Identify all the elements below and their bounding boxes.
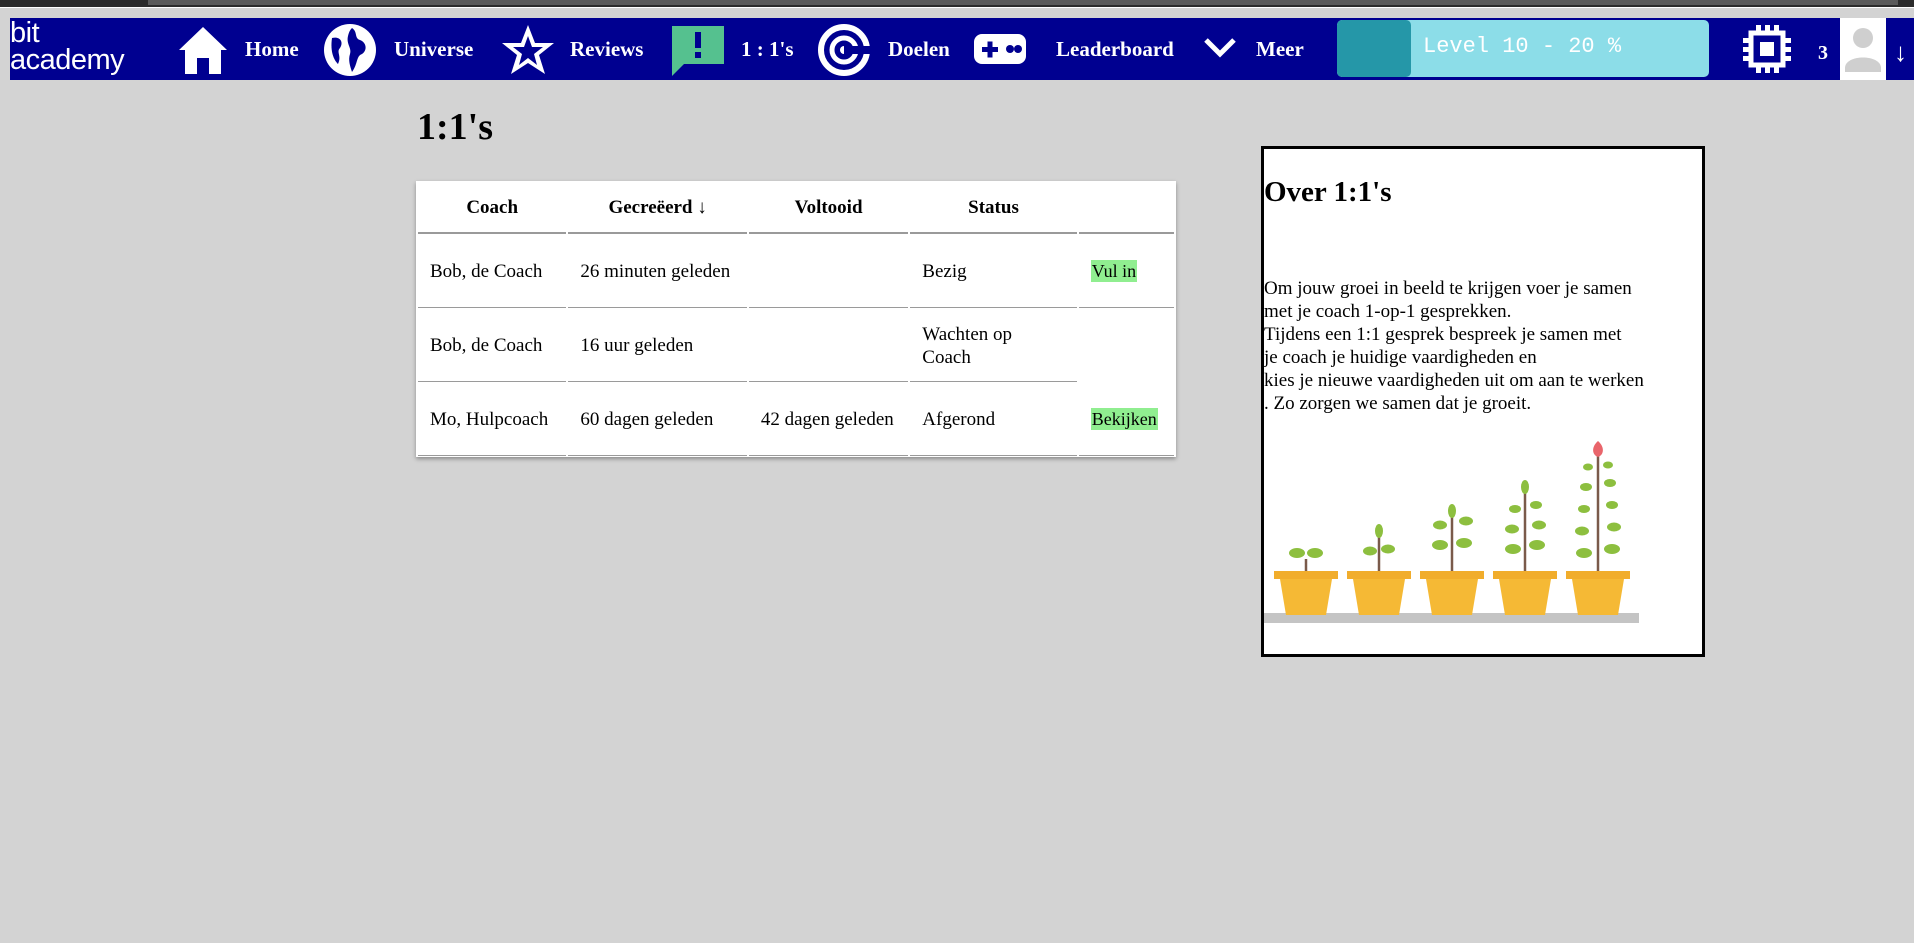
navbar: bit academy Home Universe Reviews 1 : 1'… xyxy=(10,18,1914,80)
chat-alert-icon xyxy=(672,26,724,76)
cell-created: 60 dagen geleden xyxy=(568,384,747,456)
nav-meer[interactable]: Meer xyxy=(1200,18,1330,80)
about-text: Om jouw groei in beeld te krijgen voer j… xyxy=(1264,277,1684,415)
nav-home-label: Home xyxy=(245,37,299,61)
cell-action: Vul in xyxy=(1078,236,1174,308)
table-row: Bob, de Coach 16 uur geleden Wachten op … xyxy=(418,310,1174,382)
one-on-one-table: Coach Gecreëerd ↓ Voltooid Status Bob, d… xyxy=(416,181,1176,458)
cell-coach: Bob, de Coach xyxy=(418,310,567,382)
cell-completed xyxy=(748,236,909,308)
chip-icon[interactable] xyxy=(1742,24,1792,74)
column-header-created[interactable]: Gecreëerd ↓ xyxy=(568,183,747,234)
browser-scroll-strip xyxy=(148,0,1898,5)
column-header-action xyxy=(1078,183,1174,234)
logo[interactable]: bit academy xyxy=(10,18,160,80)
avatar[interactable] xyxy=(1840,18,1886,80)
about-line: . Zo zorgen we samen dat je groeit. xyxy=(1264,393,1532,414)
level-progress-fill xyxy=(1337,20,1412,77)
table-header-row: Coach Gecreëerd ↓ Voltooid Status xyxy=(418,183,1174,234)
logo-line2: academy xyxy=(10,44,125,76)
level-text: Level 10 - 20 % xyxy=(1423,34,1622,59)
nav-home[interactable]: Home xyxy=(175,18,325,80)
table-row: Mo, Hulpcoach 60 dagen geleden 42 dagen … xyxy=(418,384,1174,456)
table-row: Bob, de Coach 26 minuten geleden Bezig V… xyxy=(418,236,1174,308)
nav-one-on-one[interactable]: 1 : 1's xyxy=(670,18,820,80)
notification-count: 3 xyxy=(1818,42,1828,64)
about-line: Om jouw groei in beeld te krijgen voer j… xyxy=(1264,278,1632,299)
cell-status: Bezig xyxy=(910,236,1077,308)
page-title: 1:1's xyxy=(417,106,493,148)
view-button[interactable]: Bekijken xyxy=(1090,408,1158,430)
nav-universe-label: Universe xyxy=(394,37,474,61)
nav-leaderboard[interactable]: Leaderboard xyxy=(972,18,1192,80)
nav-leaderboard-label: Leaderboard xyxy=(1056,37,1174,61)
star-icon xyxy=(502,25,554,74)
column-header-completed[interactable]: Voltooid xyxy=(748,183,909,234)
growing-plants-illustration xyxy=(1264,441,1639,623)
nav-one-on-one-label: 1 : 1's xyxy=(741,37,794,61)
cell-coach: Mo, Hulpcoach xyxy=(418,384,567,456)
about-title: Over 1:1's xyxy=(1264,176,1392,208)
cell-coach: Bob, de Coach xyxy=(418,236,567,308)
about-card: Over 1:1's Om jouw groei in beeld te kri… xyxy=(1261,146,1705,657)
gamepad-icon xyxy=(974,34,1026,64)
cell-action xyxy=(1079,310,1174,382)
about-line: met je coach 1-op-1 gesprekken. xyxy=(1264,301,1512,322)
nav-doelen-label: Doelen xyxy=(888,37,950,61)
nav-meer-label: Meer xyxy=(1256,37,1304,61)
cell-status: Afgerond xyxy=(910,384,1077,456)
browser-top-strip xyxy=(0,0,1914,8)
logo-line1: bit xyxy=(10,17,40,49)
one-on-one-table-card: Coach Gecreëerd ↓ Voltooid Status Bob, d… xyxy=(416,181,1176,457)
chevron-down-icon xyxy=(1204,38,1236,58)
cell-action: Bekijken xyxy=(1078,384,1174,456)
about-line: kies je nieuwe vaardigheden uit om aan t… xyxy=(1264,370,1644,391)
cell-status: Wachten op Coach xyxy=(910,310,1077,382)
cell-completed: 42 dagen geleden xyxy=(748,384,909,456)
target-icon xyxy=(818,24,872,76)
column-header-coach[interactable]: Coach xyxy=(418,183,567,234)
fill-in-button[interactable]: Vul in xyxy=(1090,260,1138,282)
home-icon xyxy=(179,27,227,74)
nav-reviews-label: Reviews xyxy=(570,37,644,61)
user-icon xyxy=(1845,28,1881,72)
nav-reviews[interactable]: Reviews xyxy=(500,18,670,80)
level-progress-bar[interactable]: Level 10 - 20 % xyxy=(1337,20,1709,77)
globe-icon xyxy=(324,24,376,76)
cell-created: 26 minuten geleden xyxy=(568,236,747,308)
about-line: je coach je huidige vaardigheden en xyxy=(1264,347,1537,368)
column-header-status[interactable]: Status xyxy=(910,183,1077,234)
scroll-down-arrow[interactable]: ↓ xyxy=(1894,38,1907,68)
about-line: Tijdens een 1:1 gesprek bespreek je same… xyxy=(1264,324,1622,345)
cell-created: 16 uur geleden xyxy=(568,310,747,382)
nav-doelen[interactable]: Doelen xyxy=(816,18,986,80)
cell-completed xyxy=(748,310,909,382)
nav-universe[interactable]: Universe xyxy=(322,18,502,80)
